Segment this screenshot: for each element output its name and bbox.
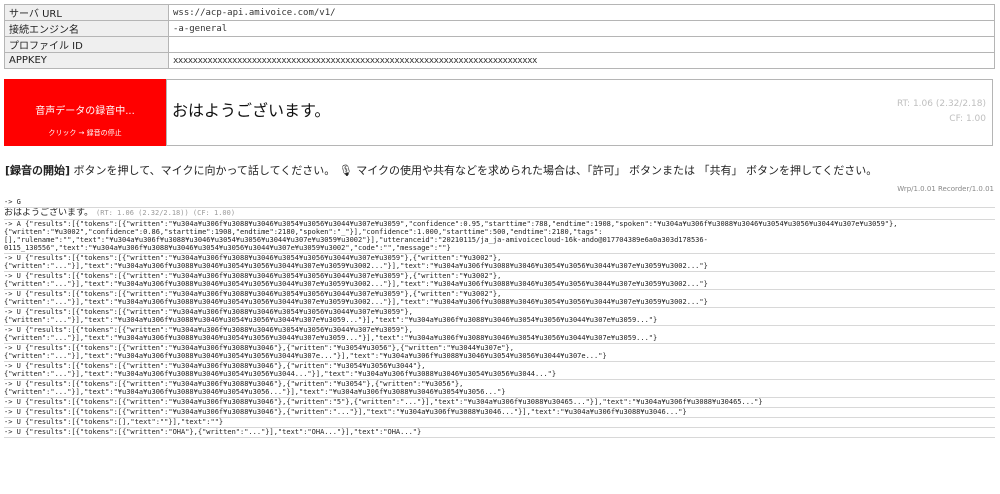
log-line: -> U {"results":[{"tokens":[{"written":"…	[4, 380, 464, 388]
log-line: -> U {"results":[{"tokens":[{"written":"…	[4, 326, 413, 334]
log-line: -> U {"results":[{"tokens":[{"written":"…	[4, 272, 502, 280]
record-toggle-button[interactable]: 音声データの録音中... クリック → 録音の停止	[4, 79, 166, 146]
config-value-field[interactable]: xxxxxxxxxxxxxxxxxxxxxxxxxxxxxxxxxxxxxxxx…	[168, 52, 995, 69]
log-result-entry: おはようございます。 (RT: 1.06 (2.32/2.18)) (CF: 1…	[4, 208, 995, 220]
config-table: サーバ URL wss://acp-api.amivoice.com/v1/接続エ…	[4, 4, 995, 69]
log-entry: -> U {"results":[{"tokens":[],"text":""}…	[4, 418, 995, 428]
log-line: {"written":"¥u3002","confidence":0.86,"s…	[4, 228, 603, 236]
log-line: {"written":"..."}],"text":"¥u304a¥u306f¥…	[4, 280, 708, 288]
log-result-text: おはようございます。	[4, 208, 94, 218]
record-status-label: 音声データの録音中...	[35, 106, 135, 117]
log-entry: -> U {"results":[{"tokens":[{"written":"…	[4, 290, 995, 308]
log-entry: -> U {"results":[{"tokens":[{"written":"…	[4, 428, 995, 438]
log-line: 0115_130556","text":"¥u304a¥u306f¥u3088¥…	[4, 244, 451, 252]
log-line: -> U {"results":[{"tokens":[],"text":""}…	[4, 418, 224, 426]
log-line: {"written":"..."}],"text":"¥u304a¥u306f¥…	[4, 370, 557, 378]
config-label: プロファイル ID	[4, 36, 169, 53]
config-value-field[interactable]: wss://acp-api.amivoice.com/v1/	[168, 4, 995, 21]
config-row: APPKEY xxxxxxxxxxxxxxxxxxxxxxxxxxxxxxxxxx…	[4, 52, 995, 69]
rt-readout: RT: 1.06 (2.32/2.18)	[896, 99, 986, 109]
log-entry: -> U {"results":[{"tokens":[{"written":"…	[4, 254, 995, 272]
config-label: APPKEY	[4, 52, 169, 69]
log-line: -> A {"results":[{"tokens":[{"written":"…	[4, 220, 898, 228]
recognition-result-text: おはようございます。	[172, 101, 331, 120]
log-entry: -> U {"results":[{"tokens":[{"written":"…	[4, 272, 995, 290]
log-line: {"written":"..."}],"text":"¥u304a¥u306f¥…	[4, 298, 708, 306]
config-row: サーバ URL wss://acp-api.amivoice.com/v1/	[4, 4, 995, 21]
record-stop-hint: クリック → 録音の停止	[48, 129, 122, 137]
cf-readout: CF: 1.00	[949, 114, 986, 124]
log-line: -> G	[4, 198, 21, 206]
log-entry: -> U {"results":[{"tokens":[{"written":"…	[4, 362, 995, 380]
instructions-text: [録音の開始] ボタンを押して、マイクに向かって話してください。 🎙 マイクの使…	[5, 162, 877, 178]
log-line: -> U {"results":[{"tokens":[{"written":"…	[4, 308, 413, 316]
log-entry: -> U {"results":[{"tokens":[{"written":"…	[4, 344, 995, 362]
recognition-result-box: おはようございます。 RT: 1.06 (2.32/2.18) CF: 1.00	[166, 79, 993, 146]
log-entry: -> A {"results":[{"tokens":[{"written":"…	[4, 220, 995, 254]
log-entry: -> G	[4, 198, 995, 208]
log-line: {"written":"..."}],"text":"¥u304a¥u306f¥…	[4, 334, 658, 342]
log-line: -> U {"results":[{"tokens":[{"written":"…	[4, 408, 687, 416]
log-line: -> U {"results":[{"tokens":[{"written":"…	[4, 344, 514, 352]
log-entry: -> U {"results":[{"tokens":[{"written":"…	[4, 398, 995, 408]
log-entry: -> U {"results":[{"tokens":[{"written":"…	[4, 308, 995, 326]
config-row: プロファイル ID	[4, 36, 995, 53]
config-label: 接続エンジン名	[4, 20, 169, 37]
log-line: -> U {"results":[{"tokens":[{"written":"…	[4, 290, 502, 298]
log-line: -> U {"results":[{"tokens":[{"written":"…	[4, 398, 763, 406]
log-result-meta: (RT: 1.06 (2.32/2.18)) (CF: 1.00)	[95, 209, 236, 217]
config-row: 接続エンジン名 -a-general	[4, 20, 995, 37]
log-line: -> U {"results":[{"tokens":[{"written":"…	[4, 254, 502, 262]
log-entry: -> U {"results":[{"tokens":[{"written":"…	[4, 380, 995, 398]
log-line: {"written":"..."}],"text":"¥u304a¥u306f¥…	[4, 388, 506, 396]
instructions-body: ボタンを押して、マイクに向かって話してください。 🎙 マイクの使用や共有などを求…	[70, 164, 878, 177]
log-line: {"written":"..."}],"text":"¥u304a¥u306f¥…	[4, 262, 708, 270]
log-line: {"written":"..."}],"text":"¥u304a¥u306f¥…	[4, 352, 607, 360]
version-label: Wrp/1.0.01 Recorder/1.0.01	[897, 185, 994, 193]
log-line: [],"rulename":"","text":"¥u304a¥u306f¥u3…	[4, 236, 708, 244]
message-log: -> G おはようございます。 (RT: 1.06 (2.32/2.18)) (C…	[4, 198, 995, 438]
log-entry: -> U {"results":[{"tokens":[{"written":"…	[4, 408, 995, 418]
config-value-field[interactable]: -a-general	[168, 20, 995, 37]
config-label: サーバ URL	[4, 4, 169, 21]
config-value-field[interactable]	[168, 36, 995, 53]
log-line: {"written":"..."}],"text":"¥u304a¥u306f¥…	[4, 316, 658, 324]
log-line: -> U {"results":[{"tokens":[{"written":"…	[4, 362, 426, 370]
instructions-start-label: [録音の開始]	[5, 164, 71, 177]
log-entry: -> U {"results":[{"tokens":[{"written":"…	[4, 326, 995, 344]
log-line: -> U {"results":[{"tokens":[{"written":"…	[4, 428, 422, 436]
